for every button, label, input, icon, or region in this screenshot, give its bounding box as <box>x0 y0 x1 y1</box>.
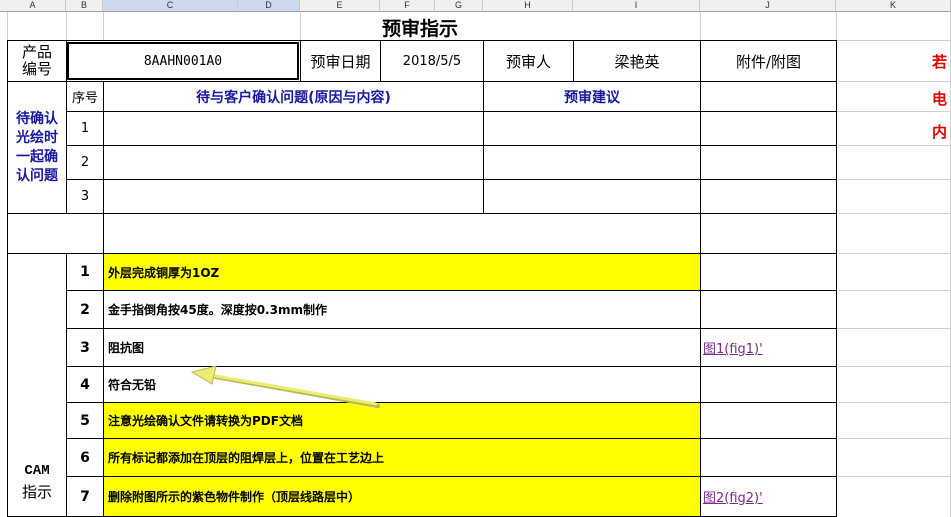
annotation-arrow-icon <box>190 365 380 408</box>
side-note-line: 内 <box>932 122 948 141</box>
column-header-c[interactable]: C <box>103 0 238 12</box>
column-header-j[interactable]: J <box>700 0 836 12</box>
cam-item-text[interactable]: 金手指倒角按45度。深度按0.3mm制作 <box>104 291 700 328</box>
seq-header: 序号 <box>71 91 98 106</box>
cam-item-no[interactable]: 3 <box>67 329 103 366</box>
pending-section-label: 待确认光绘时一起确认问题 <box>16 110 58 184</box>
review-date-label: 预审日期 <box>310 52 371 71</box>
attachment-label: 附件/附图 <box>735 52 802 71</box>
column-header-i[interactable]: I <box>573 0 700 12</box>
cam-item-text[interactable]: 外层完成铜厚为1OZ <box>104 254 700 290</box>
cam-item-text[interactable]: 所有标记都添加在顶层的阻焊层上，位置在工艺边上 <box>104 439 700 476</box>
page-title: 预审指示 <box>381 17 458 40</box>
pending-row-no[interactable]: 2 <box>67 146 103 179</box>
column-header-a[interactable]: A <box>0 0 66 12</box>
column-header-b[interactable]: B <box>66 0 103 12</box>
fig2-link[interactable]: 图2(fig2)' <box>701 477 836 516</box>
column-header-f[interactable]: F <box>380 0 435 12</box>
side-note-line: 电 <box>932 89 948 108</box>
cam-item-no[interactable]: 1 <box>67 254 103 290</box>
product-no-cell[interactable]: 8AAHN001A0 <box>67 42 299 80</box>
column-header-g[interactable]: G <box>435 0 483 12</box>
column-header-d[interactable]: D <box>238 0 300 12</box>
column-header-h[interactable]: H <box>483 0 573 12</box>
advice-header: 预审建议 <box>564 89 620 106</box>
fig1-link[interactable]: 图1(fig1)' <box>701 329 836 366</box>
column-header-e[interactable]: E <box>300 0 380 12</box>
reviewer-label: 预审人 <box>505 52 551 71</box>
cam-item-no[interactable]: 6 <box>67 439 103 476</box>
product-no-label: 产品编号 <box>21 43 52 78</box>
cam-label-line1: CAM <box>24 463 50 479</box>
pending-row-no[interactable]: 1 <box>67 112 103 145</box>
cam-label-line2: 指示 <box>21 483 52 501</box>
cam-section-label: CAM 指示 <box>8 254 66 516</box>
cam-item-no[interactable]: 4 <box>67 367 103 402</box>
issue-header: 待与客户确认问题(原因与内容) <box>196 89 391 106</box>
reviewer-value[interactable]: 梁艳英 <box>574 41 700 81</box>
pending-row-no[interactable]: 3 <box>67 180 103 213</box>
review-date-value[interactable]: 2018/5/5 <box>381 41 483 81</box>
side-note-line: 若 <box>932 52 948 71</box>
cam-item-no[interactable]: 7 <box>67 477 103 516</box>
column-header-k[interactable]: K <box>836 0 951 12</box>
cam-item-no[interactable]: 5 <box>67 403 103 438</box>
cam-item-no[interactable]: 2 <box>67 291 103 328</box>
cam-item-text[interactable]: 删除附图所示的紫色物件制作（顶层线路层中） <box>104 477 700 516</box>
